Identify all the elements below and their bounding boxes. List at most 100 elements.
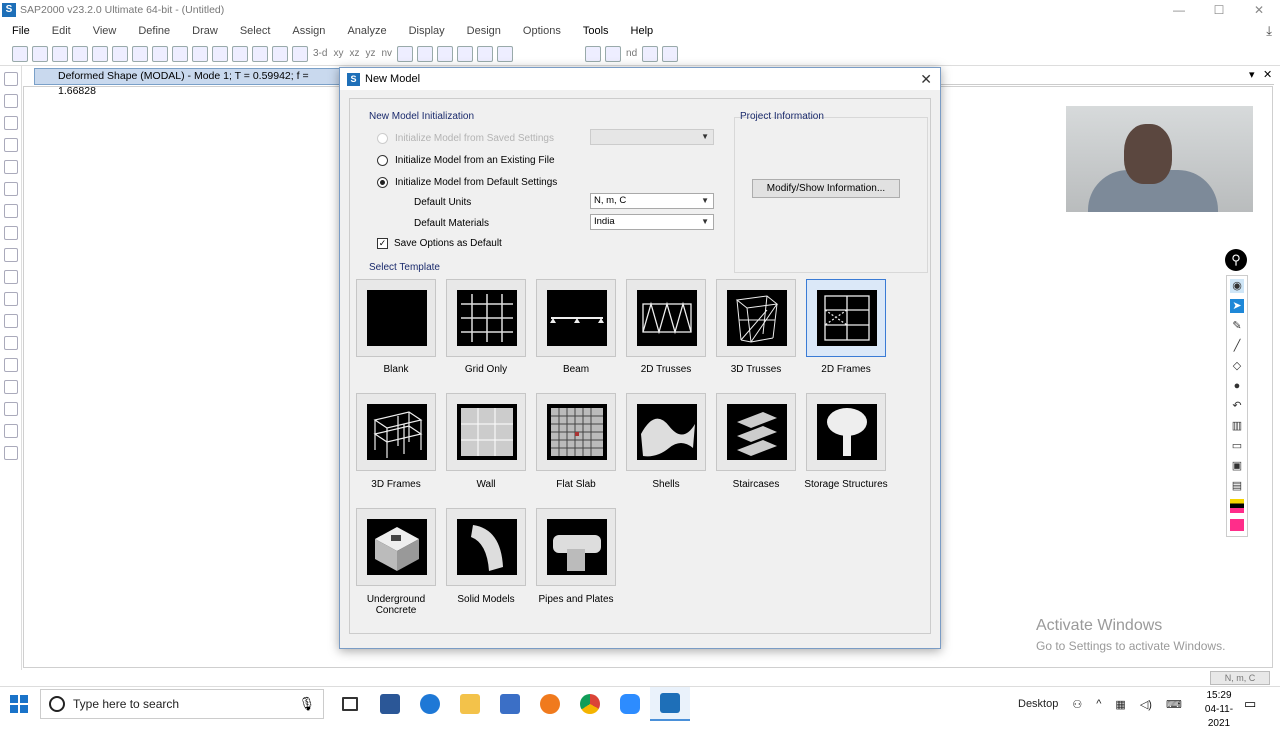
zoom-icon[interactable]	[610, 687, 650, 721]
modify-show-info-button[interactable]: Modify/Show Information...	[752, 179, 900, 198]
minimize-button[interactable]: —	[1160, 0, 1198, 20]
radio-existing-file[interactable]	[377, 155, 388, 166]
template-tile[interactable]	[716, 279, 796, 357]
menu-draw[interactable]: Draw	[180, 25, 228, 37]
run-analysis-icon[interactable]	[172, 45, 188, 62]
menu-options[interactable]: Options	[511, 25, 571, 37]
template-label[interactable]: 2D Frames	[801, 364, 891, 375]
input-language-icon[interactable]: ⌨	[1166, 698, 1182, 711]
document-tab[interactable]: Deformed Shape (MODAL) - Mode 1; T = 0.5…	[34, 68, 340, 97]
template-label[interactable]: 3D Trusses	[711, 364, 801, 375]
lock-icon[interactable]	[152, 45, 168, 62]
draw-frame-icon[interactable]	[4, 138, 18, 152]
undo-icon[interactable]	[92, 45, 108, 62]
template-tile[interactable]	[536, 279, 616, 357]
view-yz-button[interactable]: yz	[365, 48, 375, 59]
set-display-icon[interactable]	[497, 45, 514, 62]
template-tile[interactable]	[626, 393, 706, 471]
view-xz-button[interactable]: xz	[349, 48, 359, 59]
start-button[interactable]	[10, 695, 28, 713]
close-window-button[interactable]: ✕	[1240, 0, 1278, 20]
template-tile[interactable]	[356, 393, 436, 471]
template-label[interactable]: Blank	[351, 364, 441, 375]
desktop-toolbar[interactable]: Desktop	[1018, 698, 1058, 710]
menu-edit[interactable]: Edit	[40, 25, 81, 37]
show-hidden-icons-icon[interactable]: ^	[1096, 698, 1101, 710]
view-3d-button[interactable]: 3-d	[313, 48, 327, 59]
template-label[interactable]: Grid Only	[441, 364, 531, 375]
maximize-button[interactable]: ☐	[1200, 0, 1238, 20]
draw-solid-icon[interactable]	[4, 358, 18, 372]
menu-define[interactable]: Define	[126, 25, 180, 37]
clipboard-icon[interactable]: ▤	[1230, 479, 1244, 493]
radio-default-settings[interactable]	[377, 177, 388, 188]
option-default-settings[interactable]: Initialize Model from Default Settings	[377, 177, 557, 188]
quick-draw-area-icon[interactable]	[4, 270, 18, 284]
view-xy-button[interactable]: xy	[333, 48, 343, 59]
option-existing-file[interactable]: Initialize Model from an Existing File	[377, 155, 555, 166]
draw-secondary-beam-icon[interactable]	[4, 204, 18, 218]
print-icon[interactable]	[72, 45, 88, 62]
frame-section-icon[interactable]	[585, 45, 602, 62]
draw-area-icon[interactable]	[4, 226, 18, 240]
download-icon[interactable]: ⤓	[1266, 23, 1272, 39]
move-up-icon[interactable]	[437, 45, 454, 62]
eraser-icon[interactable]: ◇	[1230, 359, 1244, 373]
step-icon[interactable]	[192, 45, 208, 62]
template-label[interactable]: 3D Frames	[351, 479, 441, 490]
firefox-icon[interactable]	[530, 687, 570, 721]
menu-analyze[interactable]: Analyze	[335, 25, 396, 37]
template-label[interactable]: Beam	[531, 364, 621, 375]
menu-file[interactable]: File	[0, 25, 40, 37]
snap-icon[interactable]	[4, 402, 18, 416]
zoom-fit-icon[interactable]	[272, 45, 288, 62]
save-default-label[interactable]: Save Options as Default	[394, 238, 502, 249]
redo-icon[interactable]	[112, 45, 128, 62]
template-label[interactable]: Storage Structures	[801, 479, 891, 490]
cursor-icon[interactable]: ➤	[1230, 299, 1244, 313]
camera-icon[interactable]: ▣	[1230, 459, 1244, 473]
display-options-icon[interactable]	[477, 45, 494, 62]
units-status[interactable]: N, m, C	[1210, 671, 1270, 685]
rotate-icon[interactable]	[397, 45, 414, 62]
section-icon[interactable]	[662, 45, 679, 62]
zoom-in-icon[interactable]	[232, 45, 248, 62]
quick-draw-frame-icon[interactable]	[4, 160, 18, 174]
volume-icon[interactable]: ◁)	[1140, 698, 1152, 711]
eye-icon[interactable]: ◉	[1230, 279, 1244, 293]
refresh-icon[interactable]	[132, 45, 148, 62]
menu-help[interactable]: Help	[619, 25, 664, 37]
perspective-icon[interactable]	[417, 45, 434, 62]
menu-tools[interactable]: Tools	[571, 25, 619, 37]
view-nv-button[interactable]: nv	[381, 48, 392, 59]
menu-design[interactable]: Design	[455, 25, 511, 37]
template-label[interactable]: 2D Trusses	[621, 364, 711, 375]
undo-annotation-icon[interactable]: ↶	[1230, 399, 1244, 413]
annotation-tool-icon[interactable]: ⚲	[1225, 249, 1247, 271]
snap-grid-icon[interactable]	[4, 446, 18, 460]
zoom-window-icon[interactable]	[212, 45, 228, 62]
template-tile[interactable]	[716, 393, 796, 471]
chrome-icon[interactable]	[570, 687, 610, 721]
whiteboard-icon[interactable]: ▭	[1230, 439, 1244, 453]
menu-display[interactable]: Display	[397, 25, 455, 37]
pointer-icon[interactable]	[4, 72, 18, 86]
dot-icon[interactable]: ●	[1230, 379, 1244, 393]
pan-icon[interactable]	[292, 45, 308, 62]
color-swatch-icon[interactable]	[1230, 519, 1244, 531]
save-default-checkbox[interactable]: ✓	[377, 238, 388, 249]
select-icon[interactable]	[4, 292, 18, 306]
reshape-icon[interactable]	[4, 94, 18, 108]
template-label[interactable]: Solid Models	[441, 594, 531, 605]
template-label[interactable]: Underground Concrete	[351, 594, 441, 616]
template-tile[interactable]	[806, 279, 886, 357]
template-tile[interactable]	[806, 393, 886, 471]
zoom-out-icon[interactable]	[252, 45, 268, 62]
new-model-icon[interactable]	[12, 45, 28, 62]
open-icon[interactable]	[32, 45, 48, 62]
network-icon[interactable]: ▦	[1115, 698, 1125, 711]
label-existing-file[interactable]: Initialize Model from an Existing File	[395, 155, 555, 166]
label-default-settings[interactable]: Initialize Model from Default Settings	[395, 177, 557, 188]
save-icon[interactable]	[52, 45, 68, 62]
template-tile[interactable]	[446, 508, 526, 586]
